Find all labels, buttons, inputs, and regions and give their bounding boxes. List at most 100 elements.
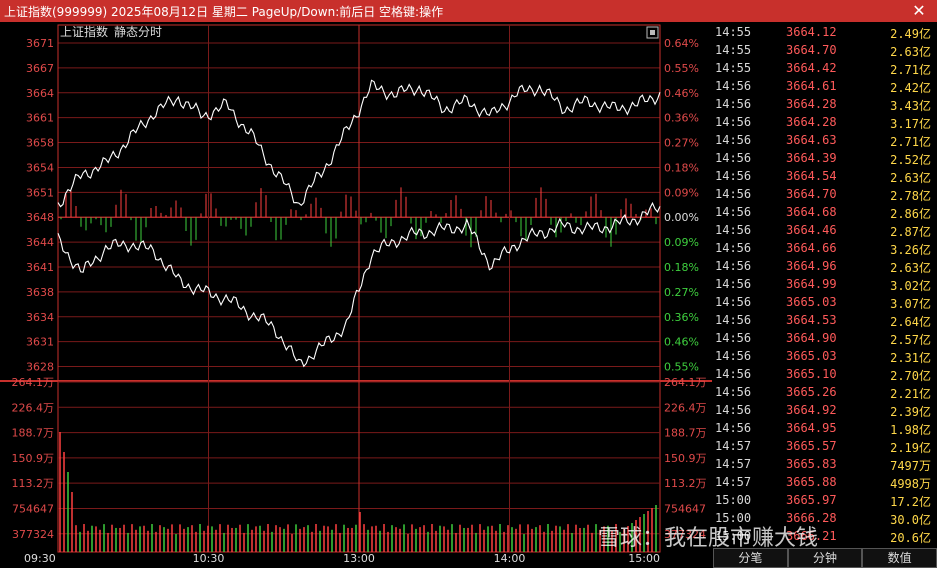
tab-ticks[interactable]: 分笔 xyxy=(713,548,788,568)
tick-price: 3664.46 xyxy=(786,223,837,237)
tick-time: 14:56 xyxy=(715,277,752,291)
tick-time: 14:57 xyxy=(715,457,752,471)
tick-row[interactable]: 14:56 3664.28 3.43亿 xyxy=(713,96,937,114)
tick-price: 3664.28 xyxy=(786,115,837,129)
tick-price: 3665.57 xyxy=(786,439,837,453)
price-tick-label: 3671 xyxy=(26,37,54,50)
tick-row[interactable]: 14:57 3665.88 4998万 xyxy=(713,474,937,492)
tick-row[interactable]: 14:56 3664.28 3.17亿 xyxy=(713,114,937,132)
tick-row[interactable]: 14:56 3664.96 2.63亿 xyxy=(713,258,937,276)
tick-volume: 2.31亿 xyxy=(890,351,931,365)
tick-time: 15:00 xyxy=(715,511,752,525)
percent-tick-label: 0.27% xyxy=(664,286,699,299)
tick-row[interactable]: 14:56 3664.63 2.71亿 xyxy=(713,132,937,150)
tick-time: 15:00 xyxy=(715,493,752,507)
tick-price: 3666.28 xyxy=(786,511,837,525)
tick-time: 14:55 xyxy=(715,61,752,75)
tick-volume: 1.98亿 xyxy=(890,423,931,437)
tick-volume: 3.43亿 xyxy=(890,99,931,113)
chart-mode: 静态分时 xyxy=(114,25,162,39)
tick-row[interactable]: 14:56 3664.68 2.86亿 xyxy=(713,204,937,222)
volume-tick-label-right: 377324 xyxy=(664,528,706,541)
volume-tick-label-right: 754647 xyxy=(664,502,706,515)
tick-row[interactable]: 14:57 3665.83 7497万 xyxy=(713,456,937,474)
tick-time: 14:56 xyxy=(715,367,752,381)
tick-price: 3664.12 xyxy=(786,25,837,39)
percent-tick-label: 0.18% xyxy=(664,161,699,174)
tick-row[interactable]: 14:56 3664.90 2.57亿 xyxy=(713,330,937,348)
price-tick-label: 3634 xyxy=(26,311,54,324)
tick-row[interactable]: 14:56 3664.39 2.52亿 xyxy=(713,150,937,168)
volume-tick-label: 754647 xyxy=(12,502,54,515)
tick-row[interactable]: 14:56 3664.53 2.64亿 xyxy=(713,312,937,330)
tick-row[interactable]: 14:56 3664.46 2.87亿 xyxy=(713,222,937,240)
tick-volume: 2.63亿 xyxy=(890,171,931,185)
tick-row[interactable]: 14:56 3665.03 3.07亿 xyxy=(713,294,937,312)
tick-price: 3664.42 xyxy=(786,61,837,75)
price-tick-label: 3667 xyxy=(26,62,54,75)
intraday-chart[interactable]: 3671 3667 3664 3661 3658 3654 3651 3648 3644 3641… xyxy=(0,22,712,568)
tick-row[interactable]: 14:56 3665.03 2.31亿 xyxy=(713,348,937,366)
tick-row[interactable]: 15:00 3666.21 20.6亿 xyxy=(713,528,937,546)
tick-price: 3664.63 xyxy=(786,133,837,147)
tick-time: 14:57 xyxy=(715,439,752,453)
price-tick-label: 3664 xyxy=(26,87,54,100)
tick-volume: 2.19亿 xyxy=(890,441,931,455)
tick-row[interactable]: 14:56 3664.54 2.63亿 xyxy=(713,168,937,186)
tick-price: 3664.95 xyxy=(786,421,837,435)
tick-price: 3665.83 xyxy=(786,457,837,471)
close-icon[interactable]: ✕ xyxy=(901,0,937,22)
tick-price: 3664.90 xyxy=(786,331,837,345)
tick-volume: 7497万 xyxy=(890,459,931,473)
volume-tick-label: 377324 xyxy=(12,528,54,541)
tick-volume: 2.42亿 xyxy=(890,81,931,95)
price-tick-label: 3641 xyxy=(26,261,54,274)
percent-tick-label: 0.46% xyxy=(664,336,699,349)
window-title: 上证指数(999999) 2025年08月12日 星期二 PageUp/Down… xyxy=(4,5,444,19)
tick-price: 3664.39 xyxy=(786,151,837,165)
percent-tick-label: 0.09% xyxy=(664,236,699,249)
tick-row[interactable]: 15:00 3665.97 17.2亿 xyxy=(713,492,937,510)
tick-row[interactable]: 14:56 3664.99 3.02亿 xyxy=(713,276,937,294)
percent-tick-label: 0.55% xyxy=(664,361,699,374)
volume-tick-label: 264.1万 xyxy=(12,376,55,389)
tick-row[interactable]: 14:56 3665.10 2.70亿 xyxy=(713,366,937,384)
tick-row[interactable]: 14:55 3664.70 2.63亿 xyxy=(713,42,937,60)
tick-volume: 2.49亿 xyxy=(890,27,931,41)
tick-list[interactable]: 14:55 3664.12 2.49亿 14:55 3664.70 2.63亿 14:55 3… xyxy=(713,24,937,546)
percent-tick-label: 0.09% xyxy=(664,186,699,199)
time-tick-label: 15:00 xyxy=(628,552,660,565)
tick-price: 3664.70 xyxy=(786,43,837,57)
tick-time: 14:56 xyxy=(715,133,752,147)
tick-row[interactable]: 14:57 3665.57 2.19亿 xyxy=(713,438,937,456)
price-tick-label: 3638 xyxy=(26,286,54,299)
tick-price: 3665.03 xyxy=(786,295,837,309)
tick-row[interactable]: 14:56 3664.66 3.26亿 xyxy=(713,240,937,258)
price-tick-label: 3631 xyxy=(26,336,54,349)
price-tick-label: 3661 xyxy=(26,112,54,125)
tick-time: 14:56 xyxy=(715,223,752,237)
tab-values[interactable]: 数值 xyxy=(862,548,937,568)
tick-volume: 2.63亿 xyxy=(890,261,931,275)
tick-row[interactable]: 14:56 3664.92 2.39亿 xyxy=(713,402,937,420)
tick-row[interactable]: 14:56 3664.61 2.42亿 xyxy=(713,78,937,96)
price-tick-label: 3644 xyxy=(26,236,54,249)
tick-price: 3664.68 xyxy=(786,205,837,219)
tick-volume: 30.0亿 xyxy=(890,513,931,527)
tick-row[interactable]: 15:00 3666.28 30.0亿 xyxy=(713,510,937,528)
tick-time: 14:57 xyxy=(715,475,752,489)
tick-volume: 2.52亿 xyxy=(890,153,931,167)
tick-price: 3664.70 xyxy=(786,187,837,201)
tick-volume: 3.17亿 xyxy=(890,117,931,131)
tick-time: 14:56 xyxy=(715,385,752,399)
percent-tick-label: 0.64% xyxy=(664,37,699,50)
tick-row[interactable]: 14:55 3664.12 2.49亿 xyxy=(713,24,937,42)
title-bar: 上证指数(999999) 2025年08月12日 星期二 PageUp/Down… xyxy=(0,0,937,22)
tick-row[interactable]: 14:56 3665.26 2.21亿 xyxy=(713,384,937,402)
tick-row[interactable]: 14:56 3664.95 1.98亿 xyxy=(713,420,937,438)
tick-time: 14:56 xyxy=(715,115,752,129)
tick-row[interactable]: 14:56 3664.70 2.78亿 xyxy=(713,186,937,204)
tab-minutes[interactable]: 分钟 xyxy=(787,548,863,568)
tick-time: 14:56 xyxy=(715,349,752,363)
tick-row[interactable]: 14:55 3664.42 2.71亿 xyxy=(713,60,937,78)
